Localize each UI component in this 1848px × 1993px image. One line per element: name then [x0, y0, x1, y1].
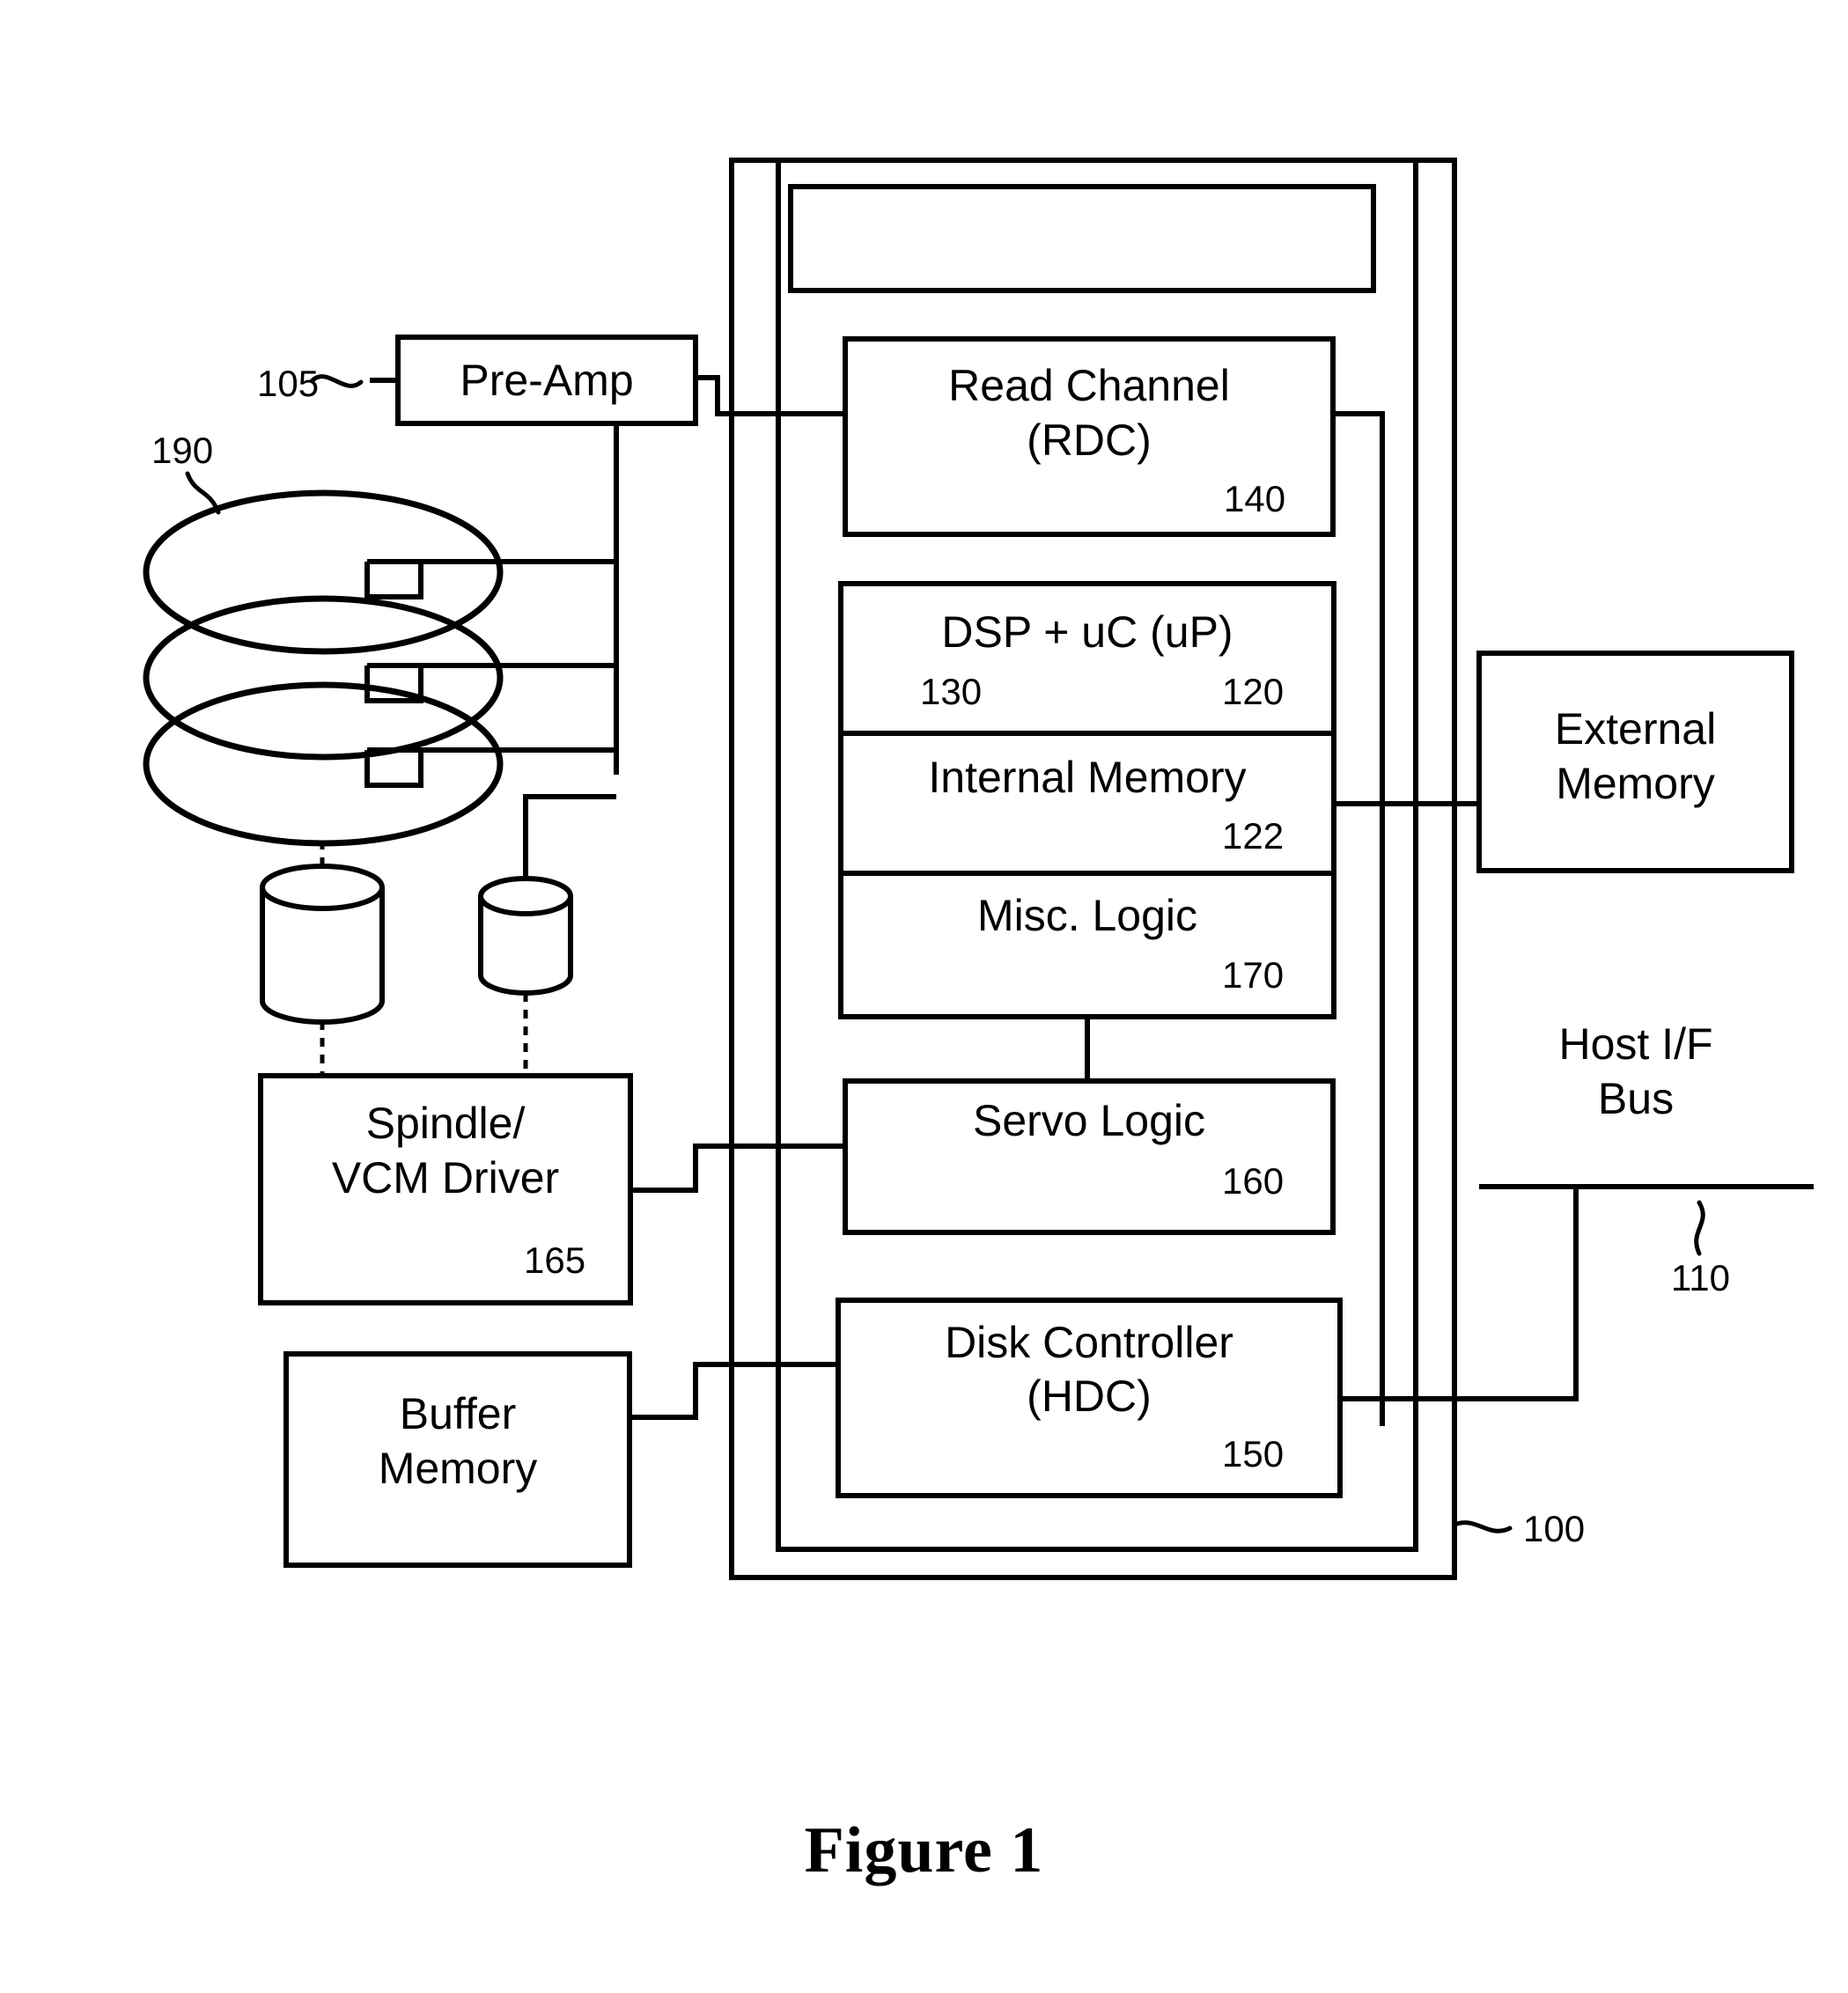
empty-top-box: [788, 184, 1376, 293]
dsp-num: 130: [920, 671, 983, 712]
internal-memory-label: Internal Memory: [928, 753, 1247, 802]
internal-memory-num: 122: [1222, 815, 1285, 857]
read-channel-num: 140: [1224, 478, 1286, 519]
spindle-motor-top-ellipse: [260, 864, 385, 911]
read-channel-label-line1: Read Channel: [948, 361, 1230, 410]
leader-110: [1694, 1200, 1705, 1256]
wire-read-channel-right-rail: [1333, 411, 1385, 1426]
disk-platter-bottom: [143, 681, 504, 847]
wire-servologic-to-spindle-vcm: [630, 1144, 845, 1193]
uc-num: 120: [1222, 671, 1285, 712]
disk-controller-label-line1: Disk Controller: [945, 1318, 1233, 1367]
leader-190: [185, 471, 221, 515]
spindle-vcm-num: 165: [524, 1239, 586, 1281]
buffer-memory-label-line2: Memory: [378, 1444, 538, 1493]
dsp-uc-label: DSP + uC (uP): [941, 607, 1233, 657]
figure-drawing-canvas: [143, 158, 1814, 1580]
vcm-actuator-link: [523, 794, 616, 879]
figure-caption: Figure 1: [804, 1814, 1044, 1886]
wire-diskcontroller-to-host-bus: [1340, 1187, 1579, 1401]
misc-logic-num: 170: [1222, 954, 1285, 996]
read-channel-label-line2: (RDC): [1027, 416, 1152, 465]
disk-controller-num: 150: [1222, 1433, 1285, 1475]
external-memory-label-line1: External: [1554, 704, 1717, 754]
preamp-label: Pre-Amp: [460, 356, 634, 405]
misc-logic-label: Misc. Logic: [976, 891, 1198, 940]
buffer-memory-label-line1: Buffer: [399, 1389, 517, 1438]
servo-logic-label: Servo Logic: [972, 1096, 1206, 1145]
disk-platter-top: [143, 489, 504, 655]
spindle-vcm-label-line1: Spindle/: [365, 1099, 526, 1148]
ref-100: 100: [1523, 1508, 1586, 1549]
leader-100: [1452, 1520, 1513, 1533]
vcm-top-ellipse: [478, 876, 573, 916]
host-if-bus-label-line1: Host I/F: [1558, 1019, 1713, 1069]
servo-logic-num: 160: [1222, 1160, 1285, 1202]
external-memory-label-line2: Memory: [1556, 759, 1715, 808]
disk-controller-label-line2: (HDC): [1027, 1372, 1152, 1421]
ref-110: 110: [1671, 1257, 1730, 1298]
leader-105: [310, 374, 364, 388]
patent-figure-page: Pre-Amp 105 190 Read Channel (RDC) 140 D…: [0, 0, 1848, 1993]
spindle-vcm-label-line2: VCM Driver: [331, 1153, 560, 1202]
read-write-head-top: [364, 562, 423, 599]
wire-preamp-to-read-channel: [696, 375, 845, 416]
disk-platter-middle: [143, 595, 504, 761]
host-if-bus-label-line2: Bus: [1597, 1074, 1675, 1123]
ref-105: 105: [257, 363, 320, 404]
ref-190: 190: [151, 430, 214, 471]
